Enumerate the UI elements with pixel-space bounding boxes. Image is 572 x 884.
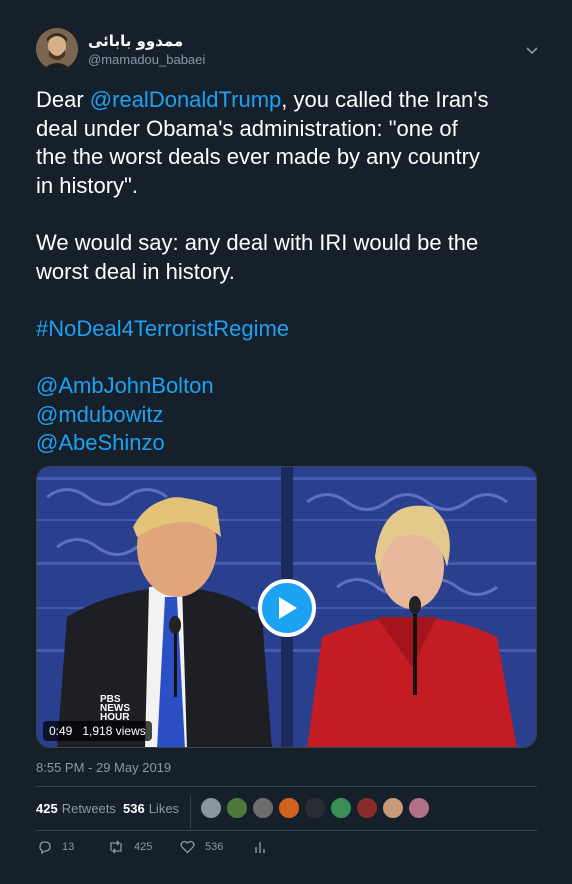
user-handle[interactable]: @mamadou_babaei [88,52,205,67]
mention-link[interactable]: @realDonaldTrump [90,87,281,112]
mention-link[interactable]: @AbeShinzo [36,430,165,455]
retweets-stat[interactable]: 425 Retweets [36,801,116,816]
tweet-timestamp[interactable]: 8:55 PM - 29 May 2019 [36,760,171,775]
liker-avatar[interactable] [226,797,248,819]
heart-icon [180,840,195,854]
liker-avatar[interactable] [382,797,404,819]
divider [36,786,537,787]
display-name[interactable]: ممدوو بابائی [88,32,183,50]
liker-avatar[interactable] [356,797,378,819]
line-break [36,343,546,372]
retweet-icon [110,840,122,854]
retweets-count: 425 [36,801,58,816]
like-count: 536 [205,841,224,853]
chevron-down-icon[interactable] [524,42,540,58]
line-break [36,286,546,315]
tweet-text-span: Dear [36,87,90,112]
liker-avatar[interactable] [408,797,430,819]
video-meta: 0:49 1,918 views [43,721,152,741]
reply-button[interactable]: 13 [38,840,74,854]
user-avatar[interactable] [36,28,78,70]
likes-label: Likes [148,801,180,816]
liker-avatars [200,797,430,819]
tweet-line: We would say: any deal with IRI would be… [36,229,479,255]
play-icon [279,597,297,619]
tweet-header: ممدوو بابائی @mamadou_babaei [36,28,546,74]
play-button[interactable] [258,579,316,637]
tweet-line: the the worst deals ever made by any cou… [36,144,480,170]
tweet-line: Dear @realDonaldTrump, you called the Ir… [36,86,546,115]
tweet-body: Dear @realDonaldTrump, you called the Ir… [36,86,546,458]
likes-count: 536 [123,801,145,816]
tweet-line: deal under Obama's administration: "one … [36,115,458,141]
tweet-actions: 13 425 536 [36,840,537,860]
analytics-icon [255,842,265,853]
liker-avatar[interactable] [200,797,222,819]
line-break [36,200,546,229]
retweet-button[interactable]: 425 [108,840,152,854]
tweet-line: in history". [36,172,138,198]
liker-avatar[interactable] [252,797,274,819]
video-player[interactable]: PBS NEWS HOUR 0:49 1,918 views [36,466,537,748]
retweets-label: Retweets [61,801,116,816]
engagement-stats: 425 Retweets 536 Likes [36,796,537,828]
reply-count: 13 [62,841,75,853]
divider [36,830,537,831]
liker-avatar[interactable] [330,797,352,819]
liker-avatar[interactable] [278,797,300,819]
retweet-count: 425 [134,841,153,853]
pbs-news-hour-logo: PBS NEWS HOUR [100,695,130,723]
likes-stat[interactable]: 536 Likes [123,801,179,816]
like-button[interactable]: 536 [180,840,223,854]
mention-link[interactable]: @mdubowitz [36,402,164,427]
liker-avatar[interactable] [304,797,326,819]
tweet-line: worst deal in history. [36,258,235,284]
tweet-text-span: , you called the Iran's [281,87,489,112]
reply-icon [39,841,51,854]
vertical-divider [190,796,191,828]
video-duration: 0:49 [49,724,73,738]
mention-link[interactable]: @AmbJohnBolton [36,373,214,398]
video-views: 1,918 views [82,724,146,738]
analytics-button[interactable] [254,840,266,854]
hashtag-link[interactable]: #NoDeal4TerroristRegime [36,316,289,341]
